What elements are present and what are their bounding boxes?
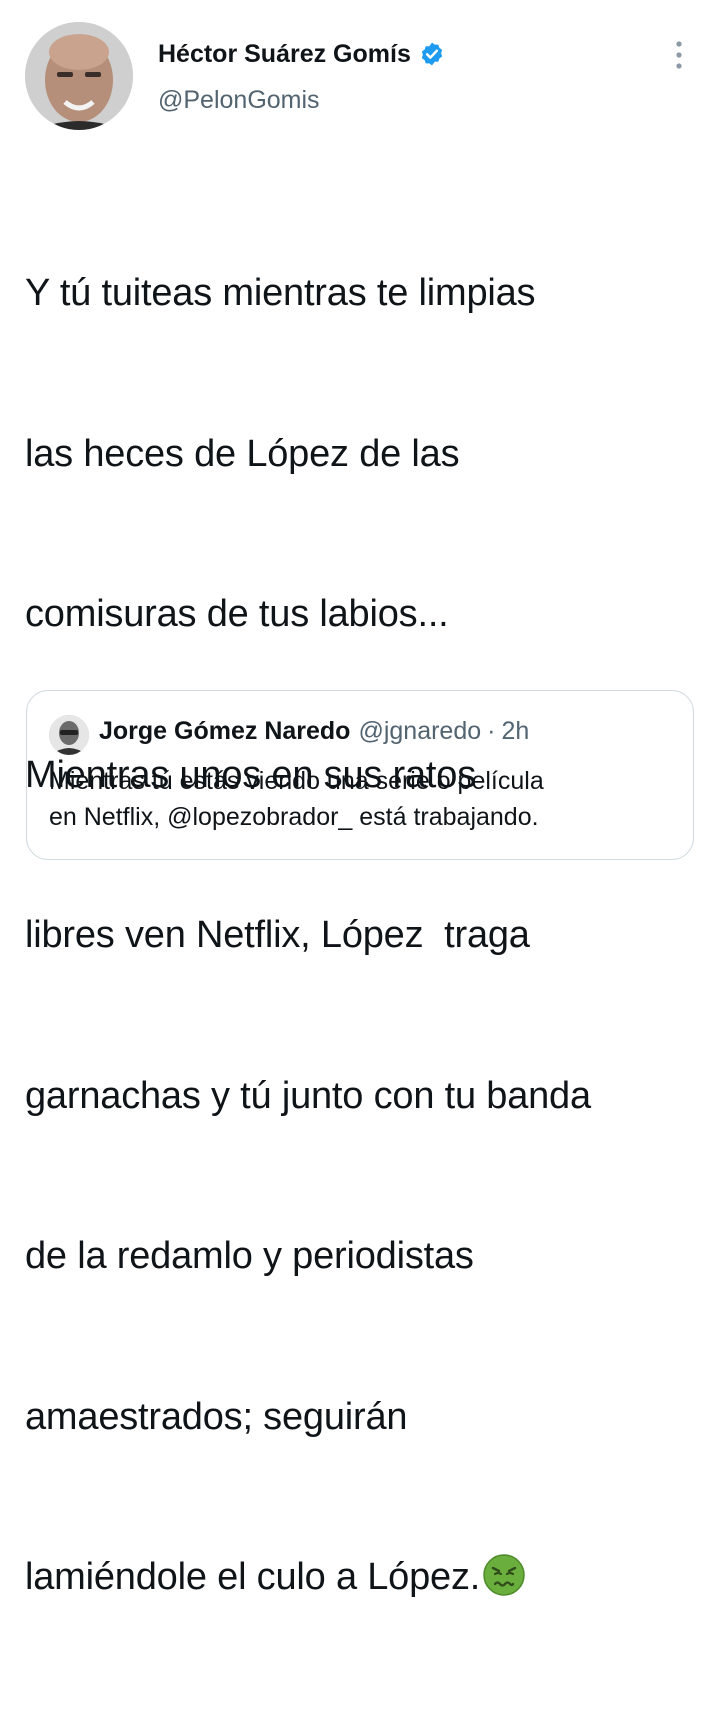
quoted-author-handle[interactable]: @jgnaredo	[358, 717, 481, 746]
tweet-line: las heces de López de las	[25, 432, 460, 475]
tweet-line: garnachas y tú junto con tu banda	[25, 1074, 591, 1117]
author-handle[interactable]: @PelonGomis	[158, 86, 320, 115]
tweet-last-line: lamiéndole el culo a López.	[25, 1551, 695, 1605]
more-options-icon[interactable]	[668, 38, 690, 72]
quoted-tweet-body: Mientras tú estás viendo una serie o pel…	[49, 763, 679, 835]
tweet-card: Héctor Suárez Gomís @PelonGomis Y tú tui…	[0, 0, 720, 1598]
quoted-tweet-line: en Netflix, @lopezobrador_ está trabajan…	[49, 803, 539, 831]
tweet-line: lamiéndole el culo a López.	[25, 1556, 481, 1598]
author-name-row: Héctor Suárez Gomís	[158, 36, 445, 72]
tweet-line: amaestrados; seguirán	[25, 1395, 408, 1438]
author-display-name[interactable]: Héctor Suárez Gomís	[158, 40, 411, 69]
quoted-tweet-line: Mientras tú estás viendo una serie o pel…	[49, 767, 544, 795]
quoted-tweet[interactable]: Jorge Gómez Naredo @jgnaredo · 2h Mientr…	[26, 690, 694, 860]
tweet-line: comisuras de tus labios...	[25, 593, 449, 635]
quoted-author-avatar-image	[49, 715, 89, 755]
quoted-author-avatar[interactable]	[49, 715, 89, 755]
tweet-line: libres ven Netflix, López traga	[25, 914, 530, 956]
tweet-line: de la redamlo y periodistas	[25, 1235, 474, 1277]
quoted-timestamp[interactable]: 2h	[501, 717, 529, 746]
tweet-body: Y tú tuiteas mientras te limpias las hec…	[25, 160, 695, 1712]
author-avatar[interactable]	[25, 22, 133, 130]
nauseated-face-emoji-icon	[482, 1553, 526, 1597]
verified-badge-icon	[419, 41, 445, 67]
tweet-line: Y tú tuiteas mientras te limpias	[25, 272, 536, 314]
quoted-author-header: Jorge Gómez Naredo @jgnaredo · 2h	[99, 717, 529, 746]
author-avatar-image	[25, 22, 133, 130]
quoted-author-name[interactable]: Jorge Gómez Naredo	[99, 717, 350, 746]
quoted-header-separator: ·	[487, 717, 496, 745]
